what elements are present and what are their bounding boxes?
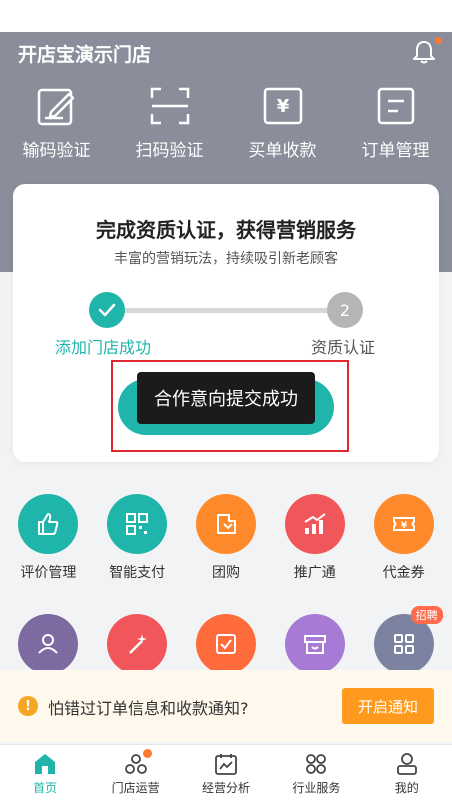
- toast-message: 合作意向提交成功: [137, 372, 315, 424]
- progress-line: [123, 308, 341, 313]
- step-2-label: 资质认证: [311, 338, 376, 357]
- quick-action-label: 扫码验证: [135, 141, 204, 161]
- analytics-icon: [215, 754, 237, 775]
- quick-action-scan-verify[interactable]: 扫码验证: [120, 84, 220, 164]
- notice-text: 怕错过订单信息和收款通知?: [48, 699, 249, 718]
- grid-item-promotion[interactable]: 推广通: [274, 494, 356, 614]
- quick-actions: 输码验证 扫码验证 ¥ 买单收款 订单管理: [0, 84, 452, 164]
- alert-icon: !: [18, 696, 38, 716]
- quick-action-payment[interactable]: ¥ 买单收款: [233, 84, 333, 164]
- yen-payment-icon: ¥: [263, 87, 302, 125]
- card-title: 完成资质认证，获得营销服务: [96, 218, 356, 242]
- grid-item-label: 评价管理: [20, 565, 77, 581]
- scan-icon: [150, 87, 189, 125]
- check-icon: [98, 303, 116, 317]
- grid-item-reviews[interactable]: 评价管理: [7, 494, 89, 614]
- svg-text:¥: ¥: [400, 521, 407, 531]
- tab-label: 门店运营: [111, 781, 160, 795]
- voucher-icon: [195, 494, 256, 554]
- quick-action-label: 买单收款: [248, 141, 317, 161]
- grid-item-label: 团购: [211, 565, 240, 581]
- tab-notification-dot: [142, 749, 152, 758]
- status-bar: [0, 0, 452, 32]
- grid-item-group-buy[interactable]: 团购: [185, 494, 267, 614]
- notification-banner: ! 怕错过订单信息和收款通知? 开启通知: [0, 670, 452, 742]
- quick-action-code-verify[interactable]: 输码验证: [7, 84, 107, 164]
- tab-store-ops[interactable]: 门店运营: [91, 745, 181, 800]
- checkbox-icon: [195, 614, 256, 674]
- tab-label: 行业服务: [292, 781, 341, 795]
- step-1-label: 添加门店成功: [55, 338, 152, 357]
- tab-label: 首页: [33, 781, 58, 795]
- bottom-tab-bar: 首页 门店运营 经营分析 行业服务 我的: [0, 744, 452, 800]
- magic-wand-icon: [107, 614, 168, 674]
- grid-item-label: 代金券: [382, 565, 425, 581]
- grid-item-smart-pay[interactable]: 智能支付: [96, 494, 178, 614]
- tab-label: 经营分析: [201, 781, 250, 795]
- quick-action-label: 订单管理: [361, 141, 430, 161]
- thumbs-up-icon: [18, 494, 79, 554]
- card-subtitle: 丰富的营销玩法，持续吸引新老顾客: [114, 251, 338, 267]
- users-icon: [18, 614, 79, 674]
- order-list-icon: [377, 87, 414, 125]
- tab-analytics[interactable]: 经营分析: [181, 745, 271, 800]
- grid-item-coupon[interactable]: ¥ 代金券: [363, 494, 445, 614]
- certification-card: 完成资质认证，获得营销服务 丰富的营销玩法，持续吸引新老顾客 2 添加门店成功 …: [13, 184, 439, 462]
- step-1-complete: [89, 292, 125, 328]
- chart-up-icon: [284, 494, 345, 554]
- coupon-icon: ¥: [373, 494, 434, 554]
- store-title: 开店宝演示门店: [18, 44, 152, 66]
- grid-item-label: 推广通: [293, 565, 336, 581]
- home-icon: [35, 754, 56, 774]
- tab-profile[interactable]: 我的: [362, 745, 452, 800]
- box-icon: [284, 614, 345, 674]
- svg-text:¥: ¥: [276, 96, 289, 117]
- edit-code-icon: [37, 88, 74, 126]
- enable-notifications-button[interactable]: 开启通知: [342, 688, 434, 724]
- quick-action-orders[interactable]: 订单管理: [346, 84, 446, 164]
- services-icon: [306, 754, 327, 774]
- step-2-indicator: 2: [327, 292, 363, 328]
- qr-code-icon: [107, 494, 168, 554]
- grid-item-label: 智能支付: [109, 565, 166, 581]
- tab-label: 我的: [394, 781, 419, 795]
- tab-home[interactable]: 首页: [0, 745, 90, 800]
- recruit-badge: 招聘: [410, 606, 443, 624]
- profile-icon: [396, 753, 417, 775]
- tab-services[interactable]: 行业服务: [271, 745, 361, 800]
- notification-dot: [434, 36, 443, 45]
- service-grid-row: 评价管理 智能支付 团购 推广通 ¥ 代金券: [0, 494, 452, 614]
- quick-action-label: 输码验证: [22, 141, 91, 161]
